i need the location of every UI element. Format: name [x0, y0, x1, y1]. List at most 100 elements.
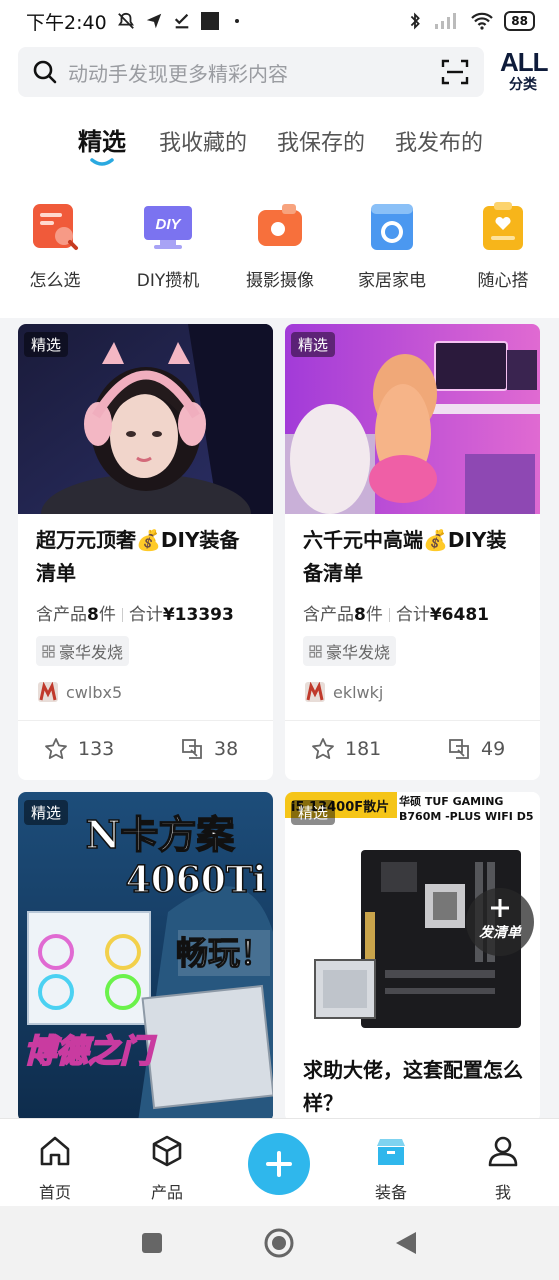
status-time: 下午2:40 — [26, 11, 107, 34]
author[interactable]: cwlbx5 — [38, 682, 122, 702]
product-count: 8 — [87, 605, 99, 625]
card-title: 六千元中高端💰DIY装备清单 — [303, 528, 507, 585]
post-list-floating-button[interactable]: 发清单 — [466, 888, 534, 956]
more-dot-icon — [234, 19, 239, 23]
nav-products[interactable]: 产品 — [132, 1133, 202, 1203]
share-count: 38 — [214, 738, 239, 760]
mute-bell-icon — [117, 12, 134, 29]
poster-line-3: 畅玩！ — [176, 934, 272, 972]
like-button[interactable]: 133 — [44, 737, 114, 761]
total-price: ¥13393 — [162, 605, 234, 625]
nav-label: 我 — [494, 1183, 511, 1202]
category-label: DIY攒机 — [136, 271, 200, 291]
categories-label: 分类 — [509, 77, 537, 93]
create-button[interactable] — [248, 1133, 310, 1195]
search-bar[interactable]: 动动手发现更多精彩内容 — [18, 47, 484, 97]
heart-clipboard-icon — [483, 202, 523, 250]
home-circle-icon[interactable] — [263, 1227, 295, 1259]
product-count: 8 — [354, 605, 366, 625]
all-categories-button[interactable]: ALL 分类 — [500, 47, 549, 98]
tab-my-favorites[interactable]: 我收藏的 — [159, 125, 247, 157]
tag-pill[interactable]: 豪华发烧 — [303, 636, 397, 666]
star-icon — [45, 738, 67, 759]
card-footer: 133 38 — [18, 720, 273, 780]
card-footer: 181 49 — [285, 720, 540, 780]
tab-my-saved[interactable]: 我保存的 — [277, 125, 365, 157]
like-count: 133 — [78, 738, 115, 760]
featured-badge: 精选 — [291, 332, 336, 357]
share-button[interactable]: 49 — [447, 737, 505, 761]
list-card[interactable]: 精选 超万元顶奢💰DIY装备清单 含产品8件 合计¥13393 豪华发烧 cwlb… — [18, 324, 273, 780]
tab-bar: 精选 我收藏的 我保存的 我发布的 — [0, 122, 559, 172]
meta-divider — [388, 608, 390, 622]
system-navigation-bar — [0, 1206, 559, 1280]
nav-label: 产品 — [150, 1183, 183, 1202]
category-home-appliances[interactable]: 家居家电 — [347, 200, 437, 291]
grid-icon — [309, 644, 322, 658]
nav-home[interactable]: 首页 — [20, 1133, 90, 1203]
diy-pc-icon: DIY — [144, 206, 192, 249]
tag-label: 豪华发烧 — [59, 643, 124, 662]
featured-badge: 精选 — [291, 800, 336, 825]
card-image: 精选 — [285, 324, 540, 514]
nav-me[interactable]: 我 — [468, 1133, 538, 1203]
category-label: 怎么选 — [29, 271, 81, 291]
author[interactable]: eklwkj — [305, 682, 383, 702]
bottom-nav: 首页 产品 装备 我 — [0, 1118, 559, 1206]
category-photography[interactable]: 摄影摄像 — [235, 200, 325, 291]
card-image: N卡方案 4060Ti 畅玩！ 博德之门 精选 — [18, 792, 273, 1122]
category-diy-pc[interactable]: DIY DIY攒机 — [123, 200, 213, 291]
image-banner-right: 华硕 TUF GAMING B760M -PLUS WIFI D5 — [399, 795, 534, 823]
category-free-match[interactable]: 随心搭 — [458, 200, 548, 291]
search-icon — [33, 60, 57, 84]
tag-label: 豪华发烧 — [326, 643, 391, 662]
app-notification-icon — [200, 12, 219, 30]
avatar — [38, 682, 58, 702]
washer-icon — [371, 204, 413, 250]
diy-icon-text: DIY — [155, 216, 182, 233]
card-meta: 含产品8件 合计¥13393 — [36, 600, 234, 625]
product-count-suffix: 件 — [98, 605, 116, 625]
scan-icon[interactable] — [440, 57, 470, 87]
list-card[interactable]: 精选 六千元中高端💰DIY装备清单 含产品8件 合计¥6481 豪华发烧 eklw… — [285, 324, 540, 780]
battery-indicator: 88 — [504, 11, 535, 31]
all-label: ALL — [500, 47, 549, 77]
list-card[interactable]: i5 13400F散片 华硕 TUF GAMING B760M -PLUS WI… — [285, 792, 540, 1122]
featured-badge: 精选 — [24, 800, 69, 825]
category-label: 随心搭 — [477, 271, 529, 291]
signal-icon — [435, 13, 457, 29]
home-icon — [40, 1136, 70, 1166]
card-image: 精选 — [18, 324, 273, 514]
category-label: 家居家电 — [358, 271, 426, 291]
nav-gear[interactable]: 装备 — [356, 1133, 426, 1203]
like-button[interactable]: 181 — [311, 737, 381, 761]
box-icon — [377, 1139, 405, 1165]
copy-share-icon — [182, 739, 202, 759]
floating-label: 发清单 — [479, 925, 521, 941]
tag-pill[interactable]: 豪华发烧 — [36, 636, 130, 666]
product-count-prefix: 含产品 — [303, 605, 354, 625]
status-bar: 下午2:40 88 — [0, 0, 559, 42]
card-title: 求助大佬，这套配置怎么样？ — [303, 1058, 523, 1115]
search-placeholder: 动动手发现更多精彩内容 — [68, 61, 288, 86]
category-label: 摄影摄像 — [246, 271, 314, 291]
total-label: 合计 — [128, 605, 163, 625]
poster-brand: 博德之门 — [24, 1032, 157, 1070]
list-card[interactable]: N卡方案 4060Ti 畅玩！ 博德之门 精选 — [18, 792, 273, 1122]
recent-apps-icon[interactable] — [140, 1231, 164, 1255]
author-name: eklwkj — [333, 682, 384, 702]
total-price: ¥6481 — [429, 605, 489, 625]
category-how-to-choose[interactable]: 怎么选 — [10, 200, 100, 291]
share-button[interactable]: 38 — [180, 737, 238, 761]
card-meta: 含产品8件 合计¥6481 — [303, 600, 489, 625]
product-count-suffix: 件 — [365, 605, 383, 625]
tab-my-published[interactable]: 我发布的 — [395, 125, 483, 157]
back-icon[interactable] — [394, 1230, 418, 1256]
nav-label: 首页 — [38, 1183, 71, 1202]
featured-badge: 精选 — [24, 332, 69, 357]
tab-featured[interactable]: 精选 — [78, 122, 126, 157]
star-icon — [312, 738, 334, 759]
author-name: cwlbx5 — [66, 682, 123, 702]
product-count-prefix: 含产品 — [36, 605, 87, 625]
send-icon — [146, 13, 161, 29]
